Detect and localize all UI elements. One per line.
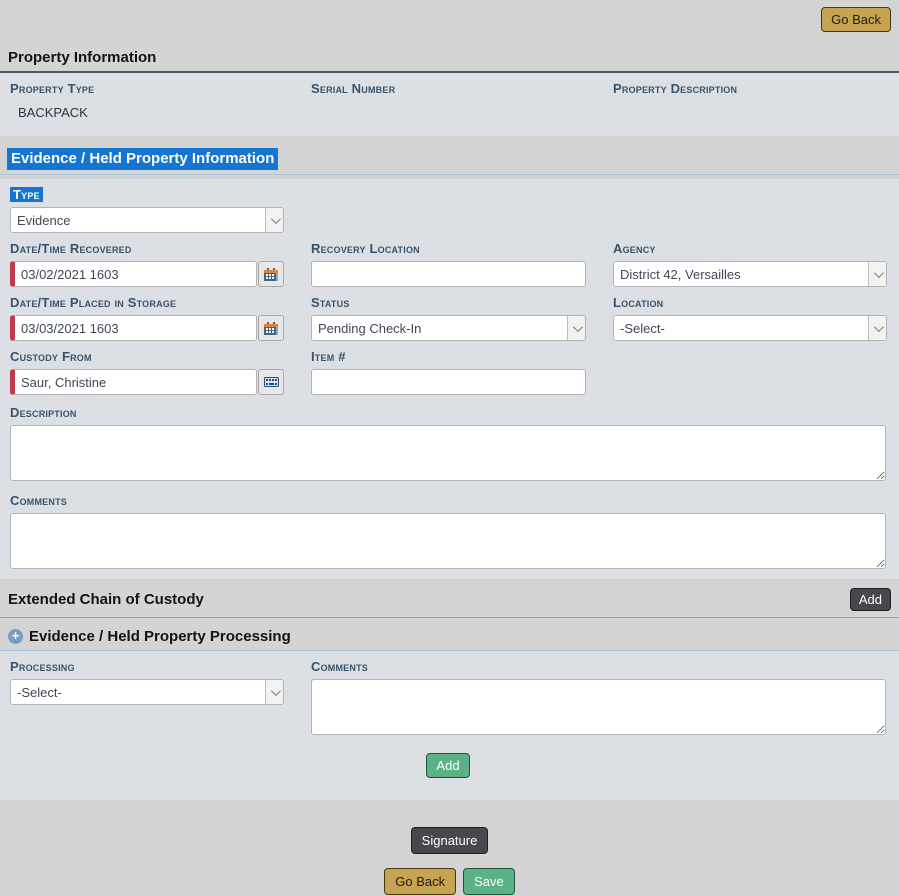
location-label: Location (613, 295, 887, 310)
custody-from-label: Custody From (10, 349, 284, 364)
location-select[interactable]: -Select- (613, 315, 887, 341)
go-back-button-bottom[interactable]: Go Back (384, 868, 456, 895)
chevron-down-icon (868, 316, 886, 340)
processing-add-button[interactable]: Add (426, 753, 469, 778)
comments-label: Comments (10, 493, 886, 508)
date-recovered-input[interactable] (10, 261, 257, 287)
status-label: Status (311, 295, 586, 310)
status-select[interactable]: Pending Check-In (311, 315, 586, 341)
type-label: Type (10, 187, 43, 202)
description-label: Description (10, 405, 886, 420)
date-storage-calendar-button[interactable] (258, 315, 284, 341)
processing-panel: Processing -Select- Comments Add (0, 651, 899, 800)
chevron-down-icon (265, 208, 283, 232)
processing-comments-textarea[interactable] (311, 679, 886, 735)
evidence-section-title: Evidence / Held Property Information (7, 148, 278, 170)
custody-from-lookup-button[interactable] (258, 369, 284, 395)
go-back-button-top[interactable]: Go Back (821, 7, 891, 32)
expand-plus-icon[interactable]: + (8, 629, 23, 644)
agency-label: Agency (613, 241, 887, 256)
item-number-input[interactable] (311, 369, 586, 395)
divider (0, 174, 899, 175)
property-description-value (621, 105, 887, 120)
property-description-label: Property Description (613, 81, 887, 96)
description-textarea[interactable] (10, 425, 886, 481)
processing-comments-label: Comments (311, 659, 886, 674)
processing-label: Processing (10, 659, 284, 674)
property-information-panel: Property Type BACKPACK Serial Number Pro… (0, 73, 899, 136)
calendar-icon (264, 322, 278, 335)
save-button[interactable]: Save (463, 868, 515, 895)
extended-coc-add-button[interactable]: Add (850, 588, 891, 611)
keyboard-icon (264, 377, 279, 387)
serial-number-value (319, 105, 586, 120)
signature-button[interactable]: Signature (411, 827, 489, 854)
property-type-value: BACKPACK (18, 105, 284, 120)
date-recovered-label: Date/Time Recovered (10, 241, 284, 256)
recovery-location-input[interactable] (311, 261, 586, 287)
comments-textarea[interactable] (10, 513, 886, 569)
date-storage-label: Date/Time Placed in Storage (10, 295, 284, 310)
calendar-icon (264, 268, 278, 281)
chevron-down-icon (868, 262, 886, 286)
property-information-title: Property Information (8, 49, 899, 66)
evidence-panel: Type Evidence Date/Time Recovered (0, 179, 899, 579)
top-bar: Go Back (0, 0, 899, 40)
processing-select[interactable]: -Select- (10, 679, 284, 705)
processing-section-title: Evidence / Held Property Processing (29, 628, 291, 645)
date-recovered-calendar-button[interactable] (258, 261, 284, 287)
item-number-label: Item # (311, 349, 586, 364)
agency-select[interactable]: District 42, Versailles (613, 261, 887, 287)
chevron-down-icon (567, 316, 585, 340)
property-type-label: Property Type (10, 81, 284, 96)
date-storage-input[interactable] (10, 315, 257, 341)
divider (0, 617, 899, 618)
serial-number-label: Serial Number (311, 81, 586, 96)
extended-coc-title: Extended Chain of Custody (8, 591, 204, 608)
recovery-location-label: Recovery Location (311, 241, 586, 256)
type-select[interactable]: Evidence (10, 207, 284, 233)
custody-from-input[interactable] (10, 369, 257, 395)
chevron-down-icon (265, 680, 283, 704)
